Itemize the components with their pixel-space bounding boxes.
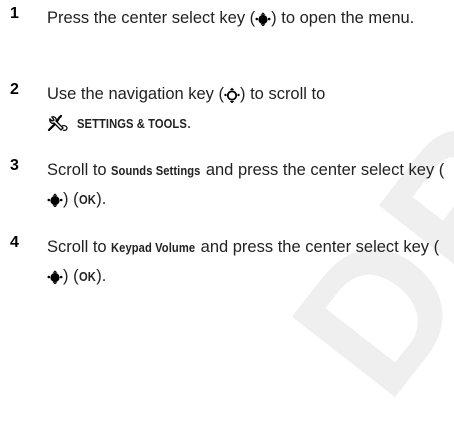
settings-tools-icon xyxy=(47,115,69,132)
center-select-key-icon xyxy=(47,270,63,284)
softkey-ok-label: OK xyxy=(78,192,96,207)
softkey-ok-label: OK xyxy=(78,269,96,284)
center-select-key-icon xyxy=(255,12,271,26)
menu-item-settings-tools: SETTINGS & TOOLS xyxy=(77,116,187,131)
step-text: Use the navigation key () to scroll to S… xyxy=(47,80,447,138)
draft-watermark: DRAFT xyxy=(252,0,454,433)
step-number: 2 xyxy=(10,81,19,98)
step-text: Scroll to Keypad Volume and press the ce… xyxy=(47,233,447,291)
menu-item-keypad-volume: Keypad Volume xyxy=(111,240,196,255)
step-number: 3 xyxy=(10,157,19,174)
step-text: Scroll to Sounds Settings and press the … xyxy=(47,156,447,214)
navigation-key-icon xyxy=(224,87,240,103)
step-text: Press the center select key () to open t… xyxy=(47,9,415,27)
center-select-key-icon xyxy=(47,193,63,207)
step-number: 1 xyxy=(10,5,19,22)
menu-item-sounds-settings: Sounds Settings xyxy=(111,163,201,178)
step-number: 4 xyxy=(10,234,19,251)
